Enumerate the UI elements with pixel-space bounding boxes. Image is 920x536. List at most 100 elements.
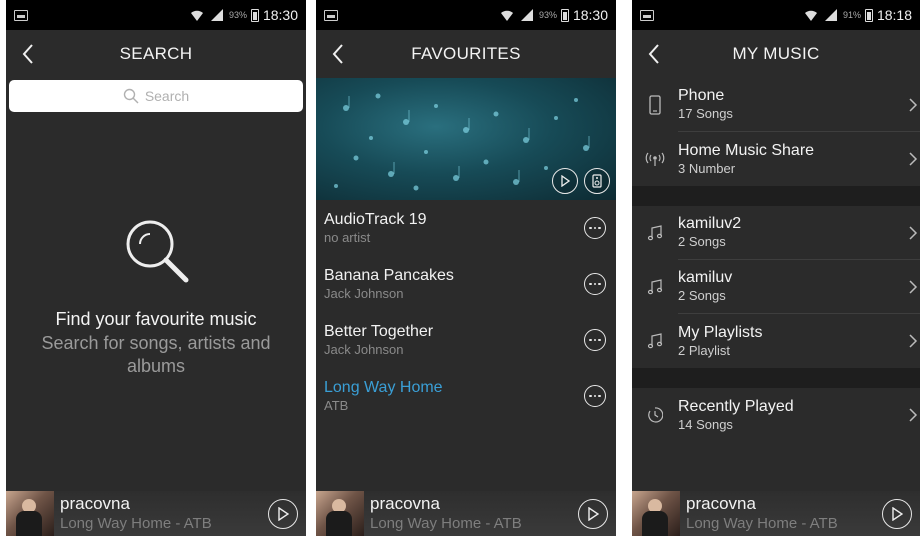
- item-subtitle: 14 Songs: [678, 416, 733, 432]
- signal-icon: [210, 9, 223, 21]
- now-playing-track: Long Way Home - ATB: [60, 514, 212, 532]
- chevron-right-icon: [909, 334, 918, 348]
- item-subtitle: 3 Number: [678, 160, 736, 176]
- more-options-icon[interactable]: [584, 329, 606, 351]
- clock: 18:30: [572, 7, 608, 23]
- screenshot-icon: [14, 9, 28, 21]
- list-item-playing[interactable]: Long Way Home ATB: [316, 368, 616, 424]
- battery-percent: 93%: [538, 10, 557, 20]
- item-subtitle: 2 Playlist: [678, 342, 731, 358]
- empty-state: Find your favourite music Search for son…: [6, 210, 306, 378]
- page-title: MY MUSIC: [732, 44, 820, 63]
- track-title: Banana Pancakes: [324, 266, 454, 284]
- more-options-icon[interactable]: [584, 273, 606, 295]
- play-icon: [278, 506, 289, 521]
- back-button[interactable]: [636, 36, 672, 72]
- empty-subtitle: Search for songs, artists and albums: [41, 333, 271, 376]
- item-title: Recently Played: [678, 397, 794, 415]
- playlists-group: kamiluv2 2 Songs kamiluv 2 Songs My Play…: [632, 206, 920, 368]
- chevron-right-icon: [909, 98, 918, 112]
- divider: [632, 186, 920, 206]
- play-all-button[interactable]: [552, 168, 578, 194]
- list-item-home-music-share[interactable]: Home Music Share 3 Number: [632, 132, 920, 186]
- wifi-icon: [190, 10, 203, 21]
- play-button[interactable]: [882, 498, 912, 529]
- status-bar: 93% 18:30: [6, 0, 306, 30]
- now-playing-bar[interactable]: pracovna Long Way Home - ATB: [632, 491, 920, 536]
- back-button[interactable]: [10, 36, 46, 72]
- battery-percent: 91%: [842, 10, 861, 20]
- music-note-icon: [647, 279, 663, 295]
- list-item-recently-played[interactable]: Recently Played 14 Songs: [632, 388, 920, 442]
- play-icon: [561, 175, 570, 187]
- favourites-banner: [316, 78, 616, 200]
- item-title: My Playlists: [678, 323, 763, 341]
- divider: [632, 368, 920, 388]
- music-note-icon: [647, 333, 663, 349]
- play-button[interactable]: [268, 498, 298, 529]
- now-playing-bar[interactable]: pracovna Long Way Home - ATB: [6, 491, 306, 536]
- play-icon: [588, 506, 599, 521]
- phone-icon: [649, 95, 661, 115]
- play-button[interactable]: [578, 498, 608, 529]
- item-title: kamiluv: [678, 269, 733, 286]
- track-artist: ATB: [324, 397, 349, 413]
- empty-title: Find your favourite music: [55, 309, 257, 329]
- track-title: Better Together: [324, 322, 434, 340]
- wifi-icon: [804, 10, 817, 21]
- my-music-screen: 91% 18:18 MY MUSIC Phone 17 Songs Home M…: [632, 0, 920, 536]
- list-item-playlist[interactable]: kamiluv2 2 Songs: [632, 206, 920, 260]
- history-group: Recently Played 14 Songs: [632, 388, 920, 442]
- album-art: [6, 491, 54, 536]
- battery-icon: [560, 8, 569, 22]
- chevron-left-icon: [22, 44, 33, 64]
- history-icon: [648, 407, 663, 423]
- list-item-playlist[interactable]: kamiluv 2 Songs: [632, 260, 920, 314]
- item-subtitle: 17 Songs: [678, 106, 733, 121]
- screenshot-icon: [324, 9, 338, 21]
- signal-icon: [824, 9, 837, 21]
- back-button[interactable]: [320, 36, 356, 72]
- list-item[interactable]: AudioTrack 19 no artist: [316, 200, 616, 256]
- magnifier-icon: [126, 220, 189, 283]
- item-title: Phone: [678, 87, 725, 104]
- page-title: FAVOURITES: [411, 44, 521, 63]
- search-input[interactable]: Search: [9, 80, 303, 112]
- page-title: SEARCH: [119, 44, 193, 63]
- battery-icon: [250, 8, 259, 22]
- album-art: [632, 491, 680, 536]
- battery-percent: 93%: [228, 10, 247, 20]
- clock: 18:30: [262, 7, 298, 23]
- more-options-icon[interactable]: [584, 217, 606, 239]
- broadcast-icon: [645, 152, 665, 166]
- list-item[interactable]: Better Together Jack Johnson: [316, 312, 616, 368]
- now-playing-room: pracovna: [370, 493, 440, 513]
- list-item-phone[interactable]: Phone 17 Songs: [632, 78, 920, 132]
- speaker-icon: [592, 174, 602, 188]
- chevron-left-icon: [332, 44, 343, 64]
- now-playing-bar[interactable]: pracovna Long Way Home - ATB: [316, 491, 616, 536]
- header: SEARCH: [6, 30, 306, 78]
- track-artist: no artist: [324, 229, 371, 245]
- now-playing-room: pracovna: [686, 493, 756, 513]
- more-options-icon[interactable]: [584, 385, 606, 407]
- header: MY MUSIC: [632, 30, 920, 78]
- play-icon: [892, 506, 903, 521]
- chevron-left-icon: [648, 44, 659, 64]
- now-playing-track: Long Way Home - ATB: [686, 514, 838, 532]
- status-bar: 91% 18:18: [632, 0, 920, 30]
- search-screen: 93% 18:30 SEARCH Search Find your favour…: [6, 0, 306, 536]
- track-artist: Jack Johnson: [324, 285, 404, 301]
- header: FAVOURITES: [316, 30, 616, 78]
- item-subtitle: 2 Songs: [678, 288, 726, 303]
- search-placeholder: Search: [144, 88, 190, 104]
- list-item[interactable]: Banana Pancakes Jack Johnson: [316, 256, 616, 312]
- chevron-right-icon: [909, 226, 918, 240]
- now-playing-room: pracovna: [60, 493, 130, 513]
- album-art: [316, 491, 364, 536]
- track-title: AudioTrack 19: [324, 210, 427, 228]
- battery-icon: [864, 8, 873, 22]
- chevron-right-icon: [909, 408, 918, 422]
- speaker-button[interactable]: [584, 168, 610, 194]
- list-item-my-playlists[interactable]: My Playlists 2 Playlist: [632, 314, 920, 368]
